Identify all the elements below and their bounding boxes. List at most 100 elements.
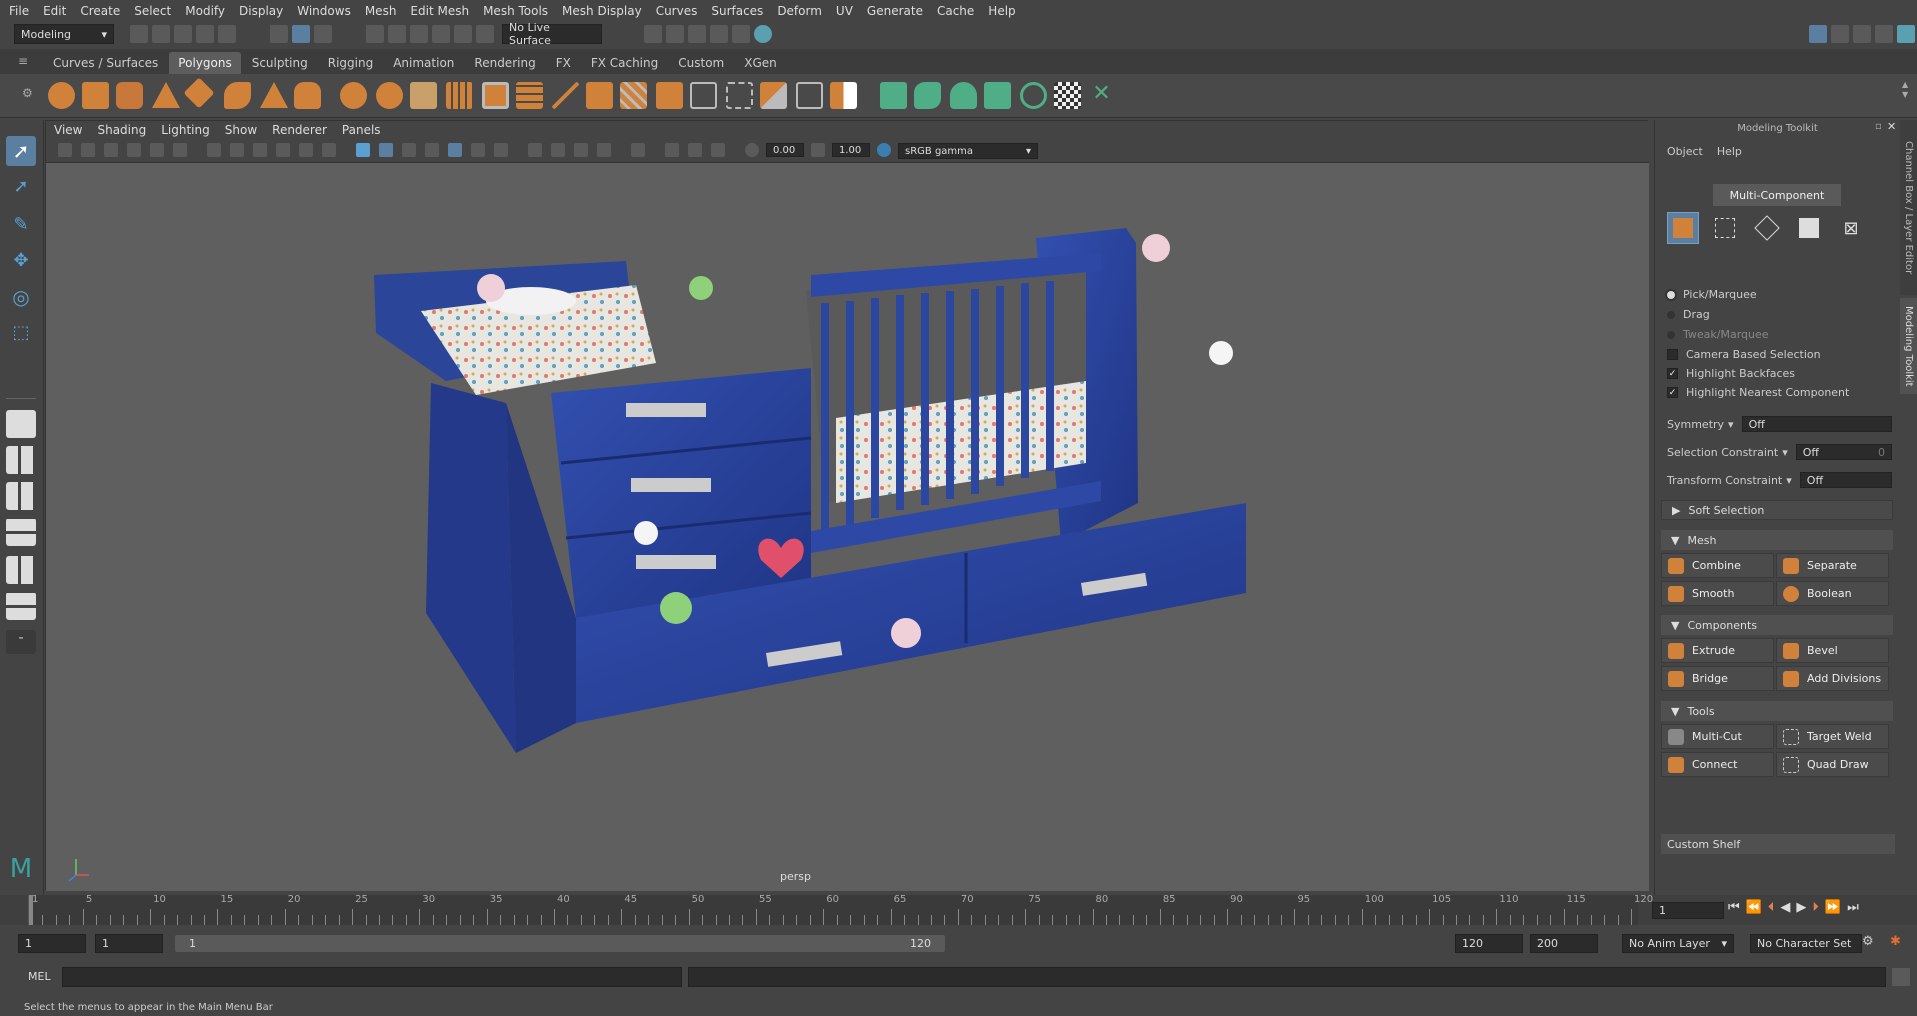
default-material-icon[interactable]: [425, 143, 439, 157]
menu-file[interactable]: File: [9, 4, 29, 18]
shadows-icon[interactable]: [494, 143, 508, 157]
render-view-icon[interactable]: [644, 25, 662, 43]
snap-view-icon[interactable]: [432, 25, 450, 43]
menu-display[interactable]: Display: [239, 4, 283, 18]
bookmark-icon[interactable]: [104, 143, 118, 157]
rotate-tool-icon[interactable]: ◎: [6, 282, 36, 312]
step-forward-frame-icon[interactable]: ⏵: [1812, 900, 1819, 915]
uv-editor-icon[interactable]: ✕: [1088, 82, 1115, 109]
gamma-icon[interactable]: [811, 143, 825, 157]
single-perspective-layout-icon[interactable]: [6, 410, 36, 438]
drag-option[interactable]: Drag: [1667, 308, 1710, 321]
grease-pencil-icon[interactable]: [173, 143, 187, 157]
anim-layer-dropdown[interactable]: No Anim Layer ▾: [1622, 934, 1734, 953]
menu-generate[interactable]: Generate: [867, 4, 923, 18]
color-space-dropdown[interactable]: sRGB gamma ▾: [898, 143, 1038, 159]
vp-menu-show[interactable]: Show: [225, 123, 257, 137]
move-tool-icon[interactable]: ✥: [6, 246, 36, 276]
menu-mesh[interactable]: Mesh: [365, 4, 397, 18]
menu-help[interactable]: Help: [988, 4, 1015, 18]
step-back-key-icon[interactable]: ⏪: [1746, 900, 1762, 915]
shelf-tab-curves-surfaces[interactable]: Curves / Surfaces: [44, 52, 167, 74]
shelf-menu-icon[interactable]: ≡: [18, 54, 32, 68]
chevron-down-icon[interactable]: ▾: [1786, 474, 1792, 487]
vp-menu-lighting[interactable]: Lighting: [161, 123, 210, 137]
face-mode-icon[interactable]: [1793, 212, 1825, 244]
current-frame-field[interactable]: 1: [1652, 902, 1724, 919]
grid-toggle-icon[interactable]: [207, 143, 221, 157]
play-backward-icon[interactable]: ◀: [1780, 900, 1790, 915]
shelf-tab-custom[interactable]: Custom: [669, 52, 733, 74]
resolution-gate-icon[interactable]: [253, 143, 267, 157]
shelf-tab-animation[interactable]: Animation: [384, 52, 463, 74]
chevron-down-icon[interactable]: ▾: [1728, 418, 1734, 431]
menu-mesh-tools[interactable]: Mesh Tools: [483, 4, 548, 18]
menu-uv[interactable]: UV: [836, 4, 853, 18]
selection-constraint-field[interactable]: Off 0: [1795, 444, 1892, 460]
select-object-icon[interactable]: [292, 25, 310, 43]
menu-deform[interactable]: Deform: [777, 4, 822, 18]
hypershade-icon[interactable]: [732, 25, 750, 43]
live-surface-field[interactable]: No Live Surface: [502, 21, 602, 47]
step-forward-key-icon[interactable]: ⏩: [1825, 900, 1841, 915]
fill-hole-icon[interactable]: [796, 82, 823, 109]
shelf-tab-xgen[interactable]: XGen: [735, 52, 786, 74]
3d-scene[interactable]: [46, 163, 1649, 891]
shelf-tab-rendering[interactable]: Rendering: [465, 52, 544, 74]
time-slider[interactable]: 1 5 10 15 20 25 30 35 40 45 50 55 60 65 70 75 80 85 90 95 10…: [28, 894, 1653, 925]
checker-map-icon[interactable]: [1054, 82, 1081, 109]
smooth-button[interactable]: Smooth: [1661, 581, 1774, 606]
channel-box-tab[interactable]: Channel Box / Layer Editor: [1900, 120, 1917, 295]
undo-icon[interactable]: [196, 25, 214, 43]
transform-constraint-field[interactable]: Off: [1799, 472, 1892, 488]
workspace-dropdown[interactable]: Modeling ▾: [14, 24, 114, 44]
shelf-options-icon[interactable]: ⚙: [22, 86, 33, 100]
ipr-render-icon[interactable]: [688, 25, 706, 43]
script-language-label[interactable]: MEL: [28, 970, 51, 983]
highlight-nearest-checkbox[interactable]: ✓ Highlight Nearest Component: [1667, 386, 1849, 399]
vp-menu-view[interactable]: View: [54, 123, 82, 137]
vertex-mode-icon[interactable]: [1709, 212, 1741, 244]
render-settings-icon[interactable]: [710, 25, 728, 43]
planar-uv-icon[interactable]: [880, 82, 907, 109]
menu-cache[interactable]: Cache: [937, 4, 974, 18]
select-component-icon[interactable]: [314, 25, 332, 43]
snap-surface-icon[interactable]: [454, 25, 472, 43]
bevel-button[interactable]: Bevel: [1776, 638, 1889, 663]
isolate-select-icon[interactable]: [631, 143, 645, 157]
scale-tool-icon[interactable]: ⬚: [6, 318, 36, 348]
extrude-icon[interactable]: [516, 82, 543, 109]
snap-vertex-icon[interactable]: [476, 25, 494, 43]
automatic-uv-icon[interactable]: [984, 82, 1011, 109]
screen-space-ao-icon[interactable]: [528, 143, 542, 157]
xray-components-icon[interactable]: [711, 143, 725, 157]
workspace-icon[interactable]: [1897, 25, 1915, 43]
mirror-icon[interactable]: [830, 82, 857, 109]
connect-button[interactable]: Connect: [1661, 752, 1774, 777]
snap-curve-icon[interactable]: [388, 25, 406, 43]
auto-key-icon[interactable]: ⚙: [1862, 934, 1874, 949]
layout-list-icon[interactable]: [1853, 25, 1871, 43]
cylindrical-uv-icon[interactable]: [914, 82, 941, 109]
tools-section-header[interactable]: ▼ Tools: [1661, 701, 1893, 721]
shelf-tab-fx[interactable]: FX: [547, 52, 580, 74]
animation-start-field[interactable]: 1: [18, 934, 86, 953]
exposure-icon[interactable]: [745, 143, 759, 157]
field-chart-icon[interactable]: [299, 143, 313, 157]
quad-draw-button[interactable]: Quad Draw: [1776, 752, 1889, 777]
layout-single-icon[interactable]: [1809, 25, 1827, 43]
script-editor-icon[interactable]: [1892, 968, 1910, 986]
vp-menu-shading[interactable]: Shading: [97, 123, 146, 137]
unfold-uv-icon[interactable]: [1020, 82, 1047, 109]
redo-icon[interactable]: [218, 25, 236, 43]
boolean-button[interactable]: Boolean: [1776, 581, 1889, 606]
step-back-frame-icon[interactable]: ⏴: [1768, 900, 1775, 915]
toolkit-menu-object[interactable]: Object: [1667, 145, 1703, 158]
target-weld-icon[interactable]: [726, 82, 753, 109]
layout-toggle-icon[interactable]: [1831, 25, 1849, 43]
edge-mode-icon[interactable]: [1751, 212, 1783, 244]
extrude-button[interactable]: Extrude: [1661, 638, 1774, 663]
textured-icon[interactable]: [448, 143, 462, 157]
vp-menu-renderer[interactable]: Renderer: [272, 123, 327, 137]
menu-select[interactable]: Select: [134, 4, 171, 18]
